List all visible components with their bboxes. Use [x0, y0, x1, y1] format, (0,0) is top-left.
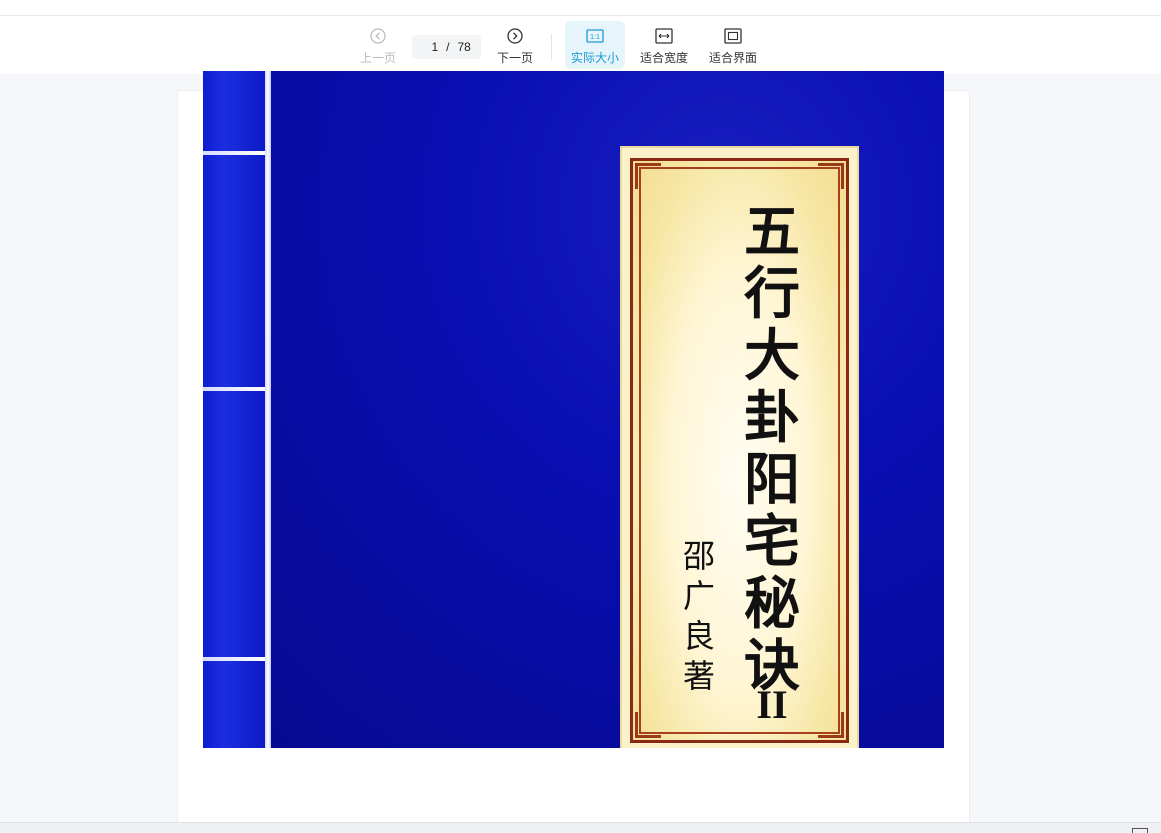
spine-stitch [203, 387, 265, 391]
horizontal-scrollbar[interactable] [0, 822, 1161, 833]
toolbar-divider [551, 34, 552, 60]
cover-image: 五行大卦阳宅秘诀 邵广良著 II [203, 71, 944, 748]
ornament-corner [635, 712, 661, 738]
page-separator: / [446, 40, 450, 54]
page-indicator: / 78 [412, 35, 481, 59]
ornament-corner [635, 163, 661, 189]
chevron-left-circle-icon [368, 26, 388, 46]
ornament-corner [818, 712, 844, 738]
actual-size-icon: 1:1 [585, 26, 605, 46]
fit-width-label: 适合宽度 [639, 51, 688, 65]
viewer-toolbar: 上一页 / 78 下一页 1:1 实际大小 适合宽度 适合界面 [0, 16, 1161, 74]
ornament-corner [818, 163, 844, 189]
fit-width-button[interactable]: 适合宽度 [636, 21, 692, 69]
label-frame: 五行大卦阳宅秘诀 邵广良著 II [630, 158, 849, 743]
book-spine [203, 71, 271, 748]
page-number-input[interactable] [422, 40, 439, 54]
spine-stitch [203, 657, 265, 661]
cover-title-label: 五行大卦阳宅秘诀 邵广良著 II [620, 146, 859, 748]
fit-page-button[interactable]: 适合界面 [705, 21, 761, 69]
total-pages: 78 [457, 40, 471, 54]
actual-size-icon-text: 1:1 [590, 34, 600, 41]
cover-author: 邵广良著 [682, 537, 715, 695]
window-icon[interactable] [1132, 828, 1148, 833]
fit-page-icon [723, 26, 743, 46]
next-page-label: 下一页 [496, 51, 533, 65]
cover-volume: II [756, 682, 788, 727]
actual-size-label: 实际大小 [570, 51, 619, 65]
fit-width-icon [654, 26, 674, 46]
prev-page-label: 上一页 [359, 51, 396, 65]
actual-size-button[interactable]: 1:1 实际大小 [565, 21, 625, 69]
fit-page-label: 适合界面 [708, 51, 757, 65]
spine-stitch [203, 151, 265, 155]
top-strip [0, 0, 1161, 16]
cover-title: 五行大卦阳宅秘诀 [744, 199, 800, 699]
prev-page-button[interactable]: 上一页 [356, 21, 400, 69]
next-page-button[interactable]: 下一页 [493, 21, 537, 69]
spine-binding-line [265, 71, 271, 748]
chevron-right-circle-icon [505, 26, 525, 46]
